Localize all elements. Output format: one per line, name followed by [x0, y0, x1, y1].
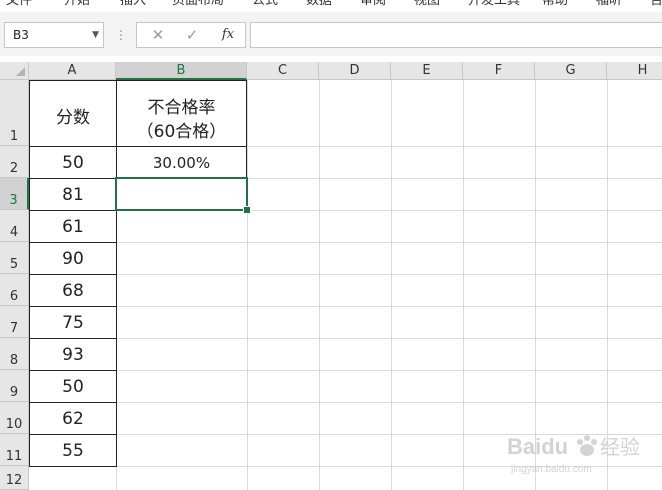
ribbon-tab-strip: 文件 开始 插入 页面布局 公式 数据 审阅 视图 开发工具 帮助 福昕 告	[0, 0, 662, 10]
row-header-9[interactable]: 9	[0, 370, 29, 402]
row-header-12[interactable]: 12	[0, 466, 29, 490]
row-header-2[interactable]: 2	[0, 146, 29, 178]
ribbon-tab-foxit[interactable]: 福昕	[596, 0, 622, 8]
paw-icon	[577, 435, 597, 456]
row-header-11[interactable]: 11	[0, 434, 29, 466]
ribbon-tab-review[interactable]: 审阅	[360, 0, 386, 8]
column-header-c[interactable]: C	[247, 62, 319, 80]
gridline	[463, 80, 464, 490]
cell-a2[interactable]: 50	[29, 146, 117, 179]
formula-input[interactable]	[250, 22, 662, 48]
gridline	[29, 306, 662, 307]
gridline	[391, 80, 392, 490]
ribbon-tab-tell-me[interactable]: 告	[650, 0, 662, 8]
watermark-text: 经验	[600, 435, 640, 459]
ribbon-tab-formulas[interactable]: 公式	[252, 0, 278, 8]
formula-bar: B3 ▼ ⋮ ✕ ✓ fx	[0, 12, 662, 56]
insert-function-icon[interactable]: fx	[215, 23, 241, 47]
row-header-4[interactable]: 4	[0, 210, 29, 242]
ribbon-tab-insert[interactable]: 插入	[120, 0, 146, 8]
gridline	[29, 242, 662, 243]
gridline	[29, 402, 662, 403]
ribbon-tab-help[interactable]: 帮助	[542, 0, 568, 8]
row-header-6[interactable]: 6	[0, 274, 29, 306]
watermark-brand: Baidu	[507, 434, 568, 459]
cell-a4[interactable]: 61	[29, 210, 117, 243]
gridline	[29, 338, 662, 339]
cell-a3[interactable]: 81	[29, 178, 117, 211]
column-header-e[interactable]: E	[391, 62, 463, 80]
cell-a6[interactable]: 68	[29, 274, 117, 307]
name-box-value: B3	[13, 28, 29, 42]
row-header-5[interactable]: 5	[0, 242, 29, 274]
gridline	[29, 274, 662, 275]
cell-a11[interactable]: 55	[29, 434, 117, 467]
cell-a7[interactable]: 75	[29, 306, 117, 339]
ribbon-tab-view[interactable]: 视图	[414, 0, 440, 8]
gridline	[247, 80, 248, 490]
spreadsheet-app: 文件 开始 插入 页面布局 公式 数据 审阅 视图 开发工具 帮助 福昕 告 B…	[0, 0, 662, 490]
cell-b1[interactable]: 不合格率 （60合格）	[116, 80, 247, 147]
row-header-7[interactable]: 7	[0, 306, 29, 338]
cell-a9[interactable]: 50	[29, 370, 117, 403]
ribbon-tab-developer[interactable]: 开发工具	[468, 0, 520, 8]
gridline	[29, 370, 662, 371]
name-box[interactable]: B3 ▼	[4, 22, 104, 48]
row-header-1[interactable]: 1	[0, 80, 29, 146]
cell-a10[interactable]: 62	[29, 402, 117, 435]
ribbon-tab-home[interactable]: 开始	[64, 0, 90, 8]
cell-a5[interactable]: 90	[29, 242, 117, 275]
column-header-h[interactable]: H	[607, 62, 662, 80]
column-header-g[interactable]: G	[535, 62, 607, 80]
score-header: 分数	[56, 108, 90, 128]
cancel-icon[interactable]: ✕	[145, 23, 171, 47]
chevron-down-icon[interactable]: ▼	[92, 23, 99, 47]
cell-b2[interactable]: 30.00%	[116, 146, 247, 179]
cell-a1[interactable]: 分数	[29, 80, 117, 147]
active-cell-b3[interactable]	[115, 177, 248, 211]
worksheet-grid: A B C D E F G H 1 2 3 4 5 6 7 8 9 10 11 …	[0, 62, 662, 490]
vertical-dots-icon[interactable]: ⋮	[115, 26, 127, 46]
select-all-triangle-icon	[16, 67, 25, 76]
watermark-url: jingyan.baidu.com	[510, 464, 592, 475]
select-all-button[interactable]	[0, 62, 29, 80]
fail-rate-value: 30.00%	[152, 154, 211, 172]
ribbon-tab-file[interactable]: 文件	[6, 0, 32, 8]
column-header-b[interactable]: B	[116, 62, 247, 80]
row-header-3[interactable]: 3	[0, 178, 29, 210]
cell-a8[interactable]: 93	[29, 338, 117, 371]
enter-icon[interactable]: ✓	[179, 23, 205, 47]
column-header-a[interactable]: A	[29, 62, 116, 80]
fill-handle[interactable]	[243, 206, 251, 214]
ribbon-tab-page-layout[interactable]: 页面布局	[172, 0, 224, 8]
fail-rate-header-line2: （60合格）	[136, 122, 227, 142]
fail-rate-header-line1: 不合格率	[147, 98, 216, 118]
column-header-d[interactable]: D	[319, 62, 391, 80]
gridline	[319, 80, 320, 490]
formula-buttons: ✕ ✓ fx	[136, 22, 246, 48]
ribbon-tab-data[interactable]: 数据	[306, 0, 332, 8]
baidu-jingyan-watermark: Baidu 经验 jingyan.baidu.com	[507, 434, 640, 475]
column-header-f[interactable]: F	[463, 62, 535, 80]
row-header-8[interactable]: 8	[0, 338, 29, 370]
row-header-10[interactable]: 10	[0, 402, 29, 434]
